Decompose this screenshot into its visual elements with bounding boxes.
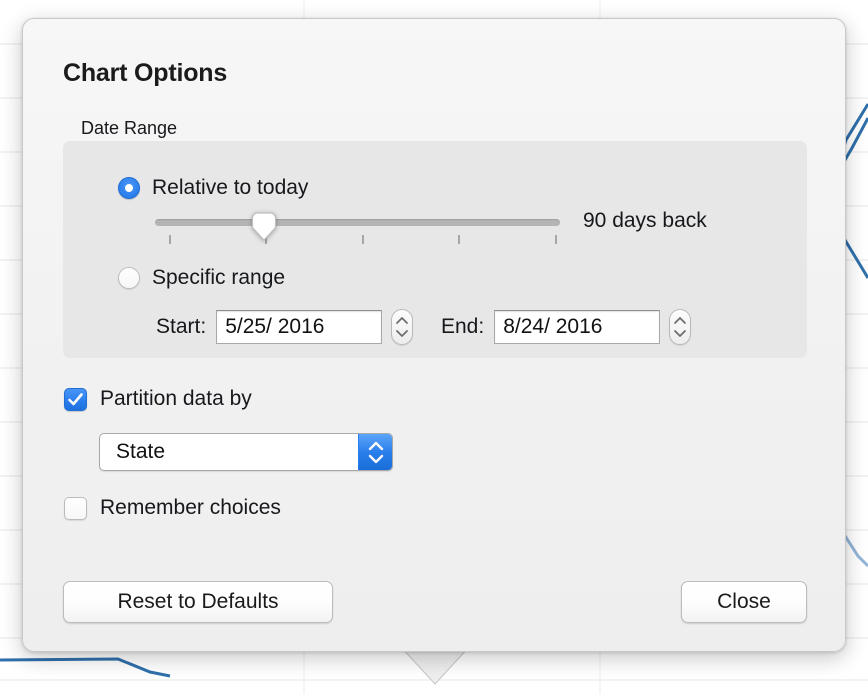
chevron-up-down-icon [368,441,384,464]
start-date-group: Start: 5/25/ 2016 [156,309,414,345]
reset-to-defaults-button[interactable]: Reset to Defaults [63,581,333,623]
end-date-label: End: [441,315,485,338]
checkbox-remember-choices-label: Remember choices [100,496,281,519]
checkbox-remember-choices-indicator[interactable] [64,496,87,520]
radio-relative-to-today-label: Relative to today [152,176,309,199]
checkbox-remember-choices[interactable]: Remember choices [64,496,281,520]
radio-specific-range[interactable]: Specific range [118,266,285,290]
slider-value-label: 90 days back [583,209,707,232]
slider-tick [458,235,460,244]
end-date-group: End: 8/24/ 2016 [441,309,692,345]
partition-select[interactable]: State [99,433,393,471]
end-date-stepper[interactable] [669,309,692,345]
slider-tick [362,235,364,244]
slider-track[interactable] [155,219,560,226]
radio-relative-to-today[interactable]: Relative to today [118,176,308,200]
slider-tick [555,235,557,244]
radio-specific-range-label: Specific range [152,266,286,289]
date-fields-row: Start: 5/25/ 2016 End: 8/24/ 2016 [111,309,771,349]
start-date-input[interactable]: 5/25/ 2016 [216,310,383,344]
slider-thumb[interactable] [251,212,277,241]
checkbox-partition-data-by[interactable]: Partition data by [64,387,252,411]
date-range-group-label: Date Range [81,118,178,138]
checkbox-partition-data-by-label: Partition data by [100,387,252,410]
partition-select-value: State [116,440,166,463]
stepper-up-down-icon [396,317,409,337]
close-button[interactable]: Close [681,581,807,623]
slider-ticks [155,235,560,245]
stepper-up-down-icon [674,317,687,337]
start-date-label: Start: [156,315,207,338]
radio-specific-range-indicator[interactable] [118,267,140,289]
page-title: Chart Options [63,59,228,87]
partition-select-arrow-button[interactable] [358,434,392,470]
chart-options-popover: Chart Options Date Range Relative to tod… [22,18,846,652]
radio-relative-to-today-indicator[interactable] [118,177,140,199]
date-range-group: Relative to today 90 days back Specific … [63,141,807,358]
checkbox-partition-data-by-indicator[interactable] [64,387,87,411]
end-date-input[interactable]: 8/24/ 2016 [494,310,661,344]
slider-tick [169,235,171,244]
start-date-stepper[interactable] [391,309,414,345]
checkmark-icon [68,392,83,405]
days-back-slider[interactable] [155,211,560,244]
